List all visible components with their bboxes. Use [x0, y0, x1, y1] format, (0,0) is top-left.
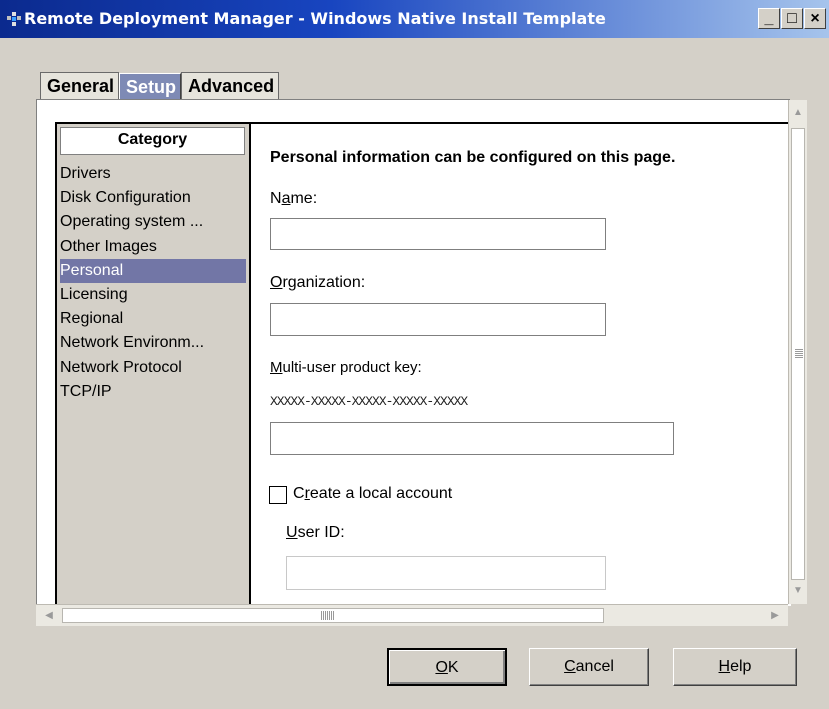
category-item-network-protocol[interactable]: Network Protocol [60, 356, 246, 380]
user-id-field [286, 556, 606, 590]
product-key-label: Multi-user product key: [270, 359, 422, 376]
close-button[interactable]: × [804, 8, 826, 29]
create-local-account-label[interactable]: Create a local account [293, 485, 452, 503]
product-key-format: XXXXX-XXXXX-XXXXX-XXXXX-XXXXX [270, 394, 468, 409]
organization-label: Organization: [270, 274, 366, 291]
ok-button[interactable]: OK [387, 648, 507, 686]
scroll-up-arrow-icon[interactable]: ▲ [789, 104, 807, 122]
tab-general[interactable]: General [40, 72, 120, 99]
scroll-left-arrow-icon[interactable]: ◀ [40, 605, 58, 626]
help-button[interactable]: Help [673, 648, 797, 686]
category-item-personal[interactable]: Personal [60, 258, 246, 283]
category-item-tcpip[interactable]: TCP/IP [60, 380, 246, 404]
tab-setup[interactable]: Setup [119, 73, 182, 100]
category-item-operating-system[interactable]: Operating system ... [60, 210, 246, 234]
user-id-label: User ID: [286, 524, 345, 541]
vertical-scroll-thumb[interactable] [791, 128, 805, 580]
tab-content: Category Drivers Disk Configuration Oper… [36, 99, 791, 606]
scroll-right-arrow-icon[interactable]: ▶ [766, 605, 784, 626]
category-item-regional[interactable]: Regional [60, 307, 246, 331]
cancel-button[interactable]: Cancel [529, 648, 649, 686]
app-icon [7, 12, 21, 26]
tab-strip: General Setup Advanced [40, 72, 280, 100]
personal-form: Personal information can be configured o… [251, 124, 791, 606]
name-label: Name: [270, 190, 318, 207]
setup-panel: Category Drivers Disk Configuration Oper… [55, 122, 791, 606]
grip-icon [321, 611, 335, 620]
tab-advanced[interactable]: Advanced [181, 72, 280, 99]
scroll-down-arrow-icon[interactable]: ▼ [789, 582, 807, 600]
category-panel: Category Drivers Disk Configuration Oper… [57, 124, 251, 606]
product-key-field[interactable] [270, 422, 674, 455]
category-item-other-images[interactable]: Other Images [60, 235, 246, 259]
category-item-drivers[interactable]: Drivers [60, 162, 246, 186]
category-item-network-environment[interactable]: Network Environm... [60, 331, 246, 355]
horizontal-scrollbar[interactable]: ◀ ▶ [36, 604, 788, 626]
window-title: Remote Deployment Manager - Windows Nati… [24, 9, 606, 28]
name-field[interactable] [270, 218, 606, 250]
category-list: Drivers Disk Configuration Operating sys… [60, 162, 246, 404]
vertical-scrollbar[interactable]: ▲ ▼ [788, 100, 807, 604]
category-item-licensing[interactable]: Licensing [60, 283, 246, 307]
grip-icon [795, 349, 803, 359]
minimize-button[interactable]: _ [758, 8, 780, 29]
create-local-account-checkbox[interactable] [269, 486, 287, 504]
dialog-body: General Setup Advanced Category Drivers … [0, 38, 829, 709]
page-heading: Personal information can be configured o… [270, 149, 676, 166]
category-item-disk-configuration[interactable]: Disk Configuration [60, 186, 246, 210]
organization-field[interactable] [270, 303, 606, 336]
maximize-button[interactable]: □ [781, 8, 803, 29]
category-header: Category [60, 127, 245, 155]
horizontal-scroll-thumb[interactable] [62, 608, 604, 623]
title-bar[interactable]: Remote Deployment Manager - Windows Nati… [0, 0, 829, 38]
